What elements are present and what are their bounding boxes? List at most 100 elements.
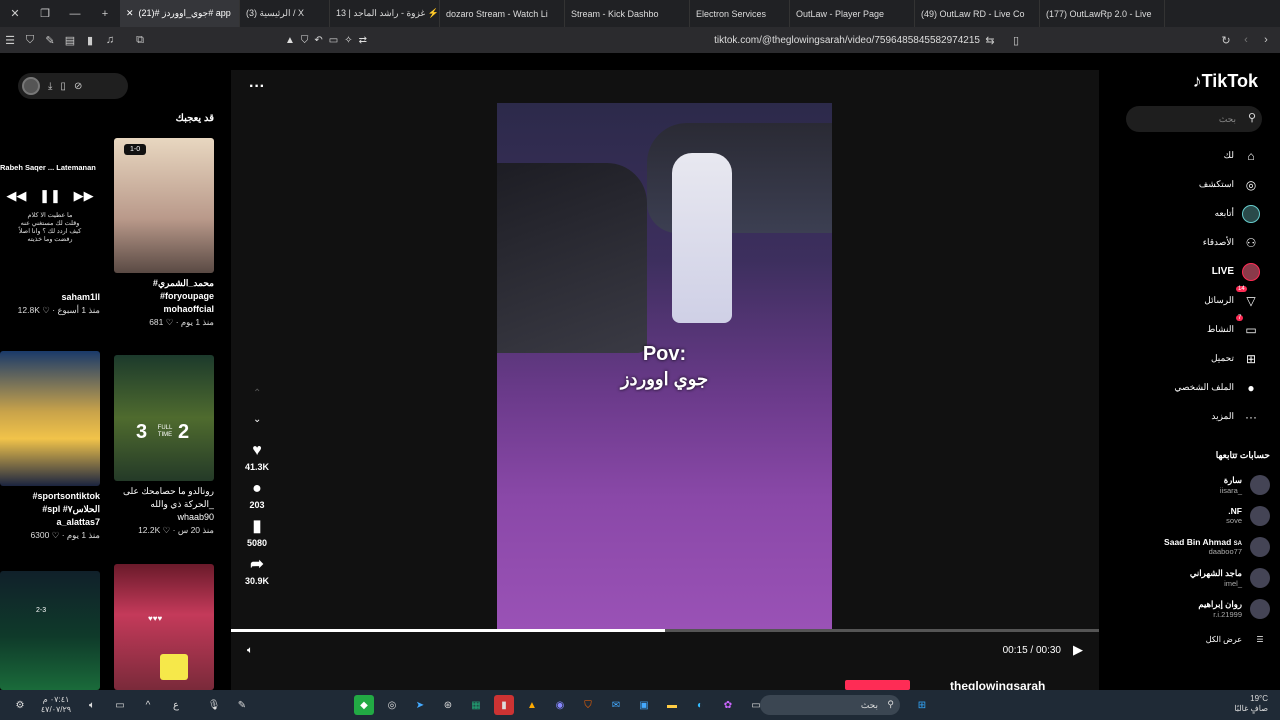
sidebar-item-activity[interactable]: النشاط ▭ 7 [1120,314,1260,344]
weather-widget[interactable]: 19°C صافٍ غالبًا [1234,694,1268,714]
next-icon[interactable]: ▶▶ [74,188,94,204]
following-account[interactable]: .NF sove [1120,500,1270,531]
reader-icon[interactable]: ▭ [329,35,338,46]
recommended-video-card[interactable]: #sportsontiktok #spl #الحلاس٧ a_alattas7… [0,351,100,542]
wallet-icon[interactable]: ▤ [60,27,80,53]
previous-icon[interactable]: ◀◀ [6,188,26,204]
music-icon[interactable]: ♫ [100,27,120,53]
following-account[interactable]: روان إبراهيم r.i.21999 [1120,593,1270,624]
mail-icon[interactable]: ✉ [606,695,626,715]
recommended-video-card[interactable]: 2-3 [0,571,100,690]
sidebar-item-more[interactable]: المزيد ··· [1120,402,1260,431]
share-button[interactable]: ➦ 30.9K [241,554,273,586]
translate-icon[interactable]: ⇄ [359,35,367,46]
save-button[interactable]: ▮ 5080 [241,516,273,548]
sidebar-item-friends[interactable]: الأصدقاء ⚇ [1120,228,1260,257]
sidebar-item-explore[interactable]: استكشف ◎ [1120,170,1260,199]
like-button[interactable]: ♥ 41.3K [241,440,273,472]
restore-window-icon[interactable]: ❐ [30,0,60,27]
follow-button[interactable] [845,680,910,690]
brave-alert-icon[interactable]: ▲ [285,35,295,46]
play-icon[interactable]: ▶ [1073,642,1083,658]
tab-outlawrp[interactable]: (177) OutLawRp 2.0 - Live [1040,0,1165,27]
sidebar-item-following[interactable]: أتابعه [1120,199,1260,228]
tab-youtube[interactable]: 13 | غزوة - راشد الماجد ⚡ [330,0,440,27]
share-url-icon[interactable]: ⇆ [980,27,1000,53]
close-tab-icon[interactable]: ✕ [126,8,134,19]
sidebar-item-messages[interactable]: الرسائل ▽ 14 [1120,285,1260,315]
following-account[interactable]: ماجد الشهراني imel_ [1120,562,1270,593]
pen-icon[interactable]: ✎ [232,695,252,715]
app-icon[interactable]: ▮ [494,695,514,715]
download-icon[interactable]: ⤓ [48,81,52,92]
sidebar-item-live[interactable]: LIVE [1120,257,1260,286]
pause-icon[interactable]: ❚❚ [39,188,61,204]
sidebar-icon[interactable]: ▮ [80,27,100,53]
discord-icon[interactable]: ◉ [550,695,570,715]
tab-electron[interactable]: Electron Services [690,0,790,27]
app-icon[interactable]: ◆ [354,695,374,715]
new-tab-icon[interactable]: + [90,0,120,27]
folder-icon[interactable]: ▬ [662,695,682,715]
more-options-icon[interactable]: ··· [249,78,265,96]
volume-icon[interactable]: 🔈︎ [82,695,102,715]
settings-icon[interactable]: ⚙ [10,695,30,715]
compass-icon[interactable]: ⊘ [74,81,82,92]
phone-icon[interactable]: ▯ [60,81,66,92]
back-icon[interactable]: ‹ [1236,27,1256,53]
tab-kick-1[interactable]: dozaro Stream - Watch Li [440,0,565,27]
recommended-video-card[interactable]: 1-0 #محمد_الشمري #foryoupage mohaoffcial… [114,138,214,329]
url-bar[interactable]: tiktok.com/@theglowingsarah/video/759648… [700,35,980,46]
clock[interactable]: ٠٧:٤١ م ٤٧/٠٧/٢٩ [34,695,78,715]
extensions-icon[interactable]: ✎ [40,27,60,53]
tab-x[interactable]: (3) الرئيسية / X [240,0,330,27]
reload-icon[interactable]: ↻ [1216,27,1236,53]
tiktok-logo[interactable]: ♪TikTok [1193,71,1258,92]
app-icon[interactable]: ▲ [522,695,542,715]
search-input[interactable]: بحث ⚲ [1126,106,1262,132]
leo-icon[interactable]: ✧ [344,35,352,46]
bookmark-icon[interactable]: ▯ [1006,27,1026,53]
next-video-icon[interactable]: ⌄ [253,414,261,425]
recommended-video-card[interactable]: 3 FULL TIME 2 رونالدو ما حصامحك على الحر… [114,355,214,537]
following-account[interactable]: Saad Bin Ahmad SA daaboo77 [1120,531,1270,562]
sidebar-item-foryou[interactable]: لك ⌂ [1120,141,1260,170]
screenshot-icon[interactable]: ⧉ [130,27,150,53]
tab-outlaw[interactable]: OutLaw - Player Page [790,0,915,27]
language-indicator[interactable]: ع [166,695,186,715]
previous-video-icon[interactable]: ⌃ [253,388,261,399]
show-all-link[interactable]: عرض الكل ☰ [1120,624,1270,655]
close-window-icon[interactable]: ✕ [0,0,30,27]
back-history-icon[interactable]: ↶ [314,35,322,46]
avatar[interactable] [22,77,40,95]
network-icon[interactable]: ▭ [110,695,130,715]
sidebar-item-upload[interactable]: تحميل ⊞ [1120,344,1260,373]
video-author[interactable]: theglowingsarah [950,679,1045,690]
tab-outlaw-rd[interactable]: (49) OutLaw RD - Live Co [915,0,1040,27]
recommended-video-card[interactable]: ♥♥♥ [114,564,214,690]
brave-icon[interactable]: ⛉ [578,695,598,715]
tab-kick-2[interactable]: Stream - Kick Dashbo [565,0,690,27]
obs-icon[interactable]: ◎ [382,695,402,715]
steam-icon[interactable]: ⊛ [438,695,458,715]
telegram-icon[interactable]: ➤ [410,695,430,715]
start-icon[interactable]: ⊞ [912,695,932,715]
excel-icon[interactable]: ▦ [466,695,486,715]
following-account[interactable]: سارة iisara_ [1120,469,1270,500]
minimize-window-icon[interactable]: — [60,0,90,27]
shield-icon[interactable]: ⛉ [20,27,40,53]
menu-icon[interactable]: ☰ [0,27,20,53]
search-icon[interactable]: ⚲ [1248,111,1256,124]
video-frame[interactable]: Pov: جوي اووردز [497,103,832,630]
volume-icon[interactable]: 🔈︎ [247,645,253,656]
forward-icon[interactable]: › [1256,27,1276,53]
store-icon[interactable]: ▣ [634,695,654,715]
taskbar-search[interactable]: بحث ⚲ [760,695,900,715]
tab-tiktok[interactable]: ✕ (21)# جوي_اووردز# app [120,0,240,27]
mini-music-player[interactable]: Rabeh Saqer ... Latemanan ◀◀ ❚❚ ▶▶ ما عط… [0,163,100,259]
tray-chevron-icon[interactable]: ^ [138,695,158,715]
copilot-icon[interactable]: ✿ [718,695,738,715]
brave-shield-icon[interactable]: ⛉ [301,35,309,46]
comment-button[interactable]: ● 203 [241,478,273,510]
mic-icon[interactable]: 🎙︎ [204,695,224,715]
